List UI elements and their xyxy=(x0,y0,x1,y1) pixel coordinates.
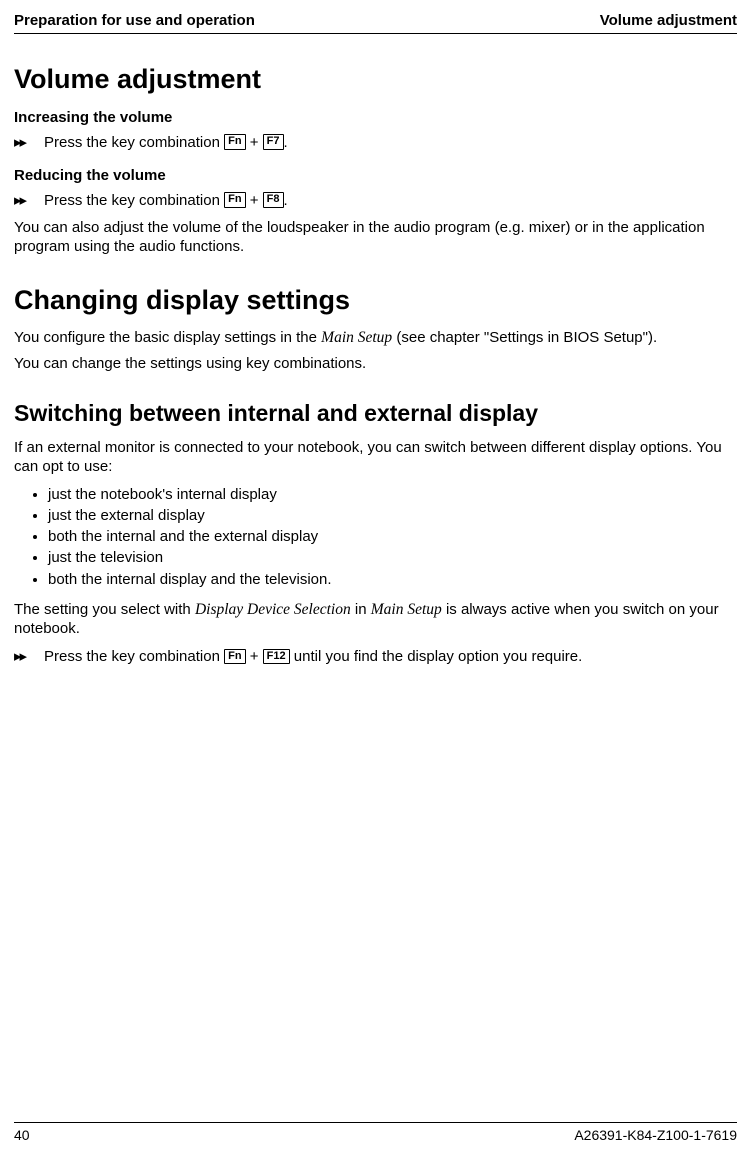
list-item: just the notebook's internal display xyxy=(48,485,737,505)
page: Preparation for use and operation Volume… xyxy=(0,0,751,1155)
display-heading: Changing display settings xyxy=(14,285,737,316)
reduce-step: ▸▸ Press the key combination Fn + F8. xyxy=(14,190,737,211)
step-marker-icon: ▸▸ xyxy=(14,132,36,153)
list-item: both the internal display and the televi… xyxy=(48,570,737,590)
display-para1: You configure the basic display settings… xyxy=(14,328,737,348)
doc-id: A26391-K84-Z100-1-7619 xyxy=(574,1127,737,1143)
switch-heading: Switching between internal and external … xyxy=(14,400,737,427)
page-number: 40 xyxy=(14,1127,30,1143)
list-item: both the internal and the external displ… xyxy=(48,527,737,547)
switch-step-text: Press the key combination Fn + F12 until… xyxy=(44,646,582,667)
step-marker-icon: ▸▸ xyxy=(14,190,36,211)
keycap-fn: Fn xyxy=(224,649,245,664)
text: Press the key combination xyxy=(44,648,224,665)
text: + xyxy=(246,648,263,665)
header-left: Preparation for use and operation xyxy=(14,12,255,29)
keycap-fn: Fn xyxy=(224,134,245,149)
emphasis-main-setup: Main Setup xyxy=(371,601,442,618)
text: Press the key combination xyxy=(44,192,224,209)
text: (see chapter "Settings in BIOS Setup"). xyxy=(392,329,657,346)
text: Press the key combination xyxy=(44,134,224,151)
text: until you find the display option you re… xyxy=(290,648,583,665)
keycap-f12: F12 xyxy=(263,649,290,664)
switch-step: ▸▸ Press the key combination Fn + F12 un… xyxy=(14,646,737,667)
running-header: Preparation for use and operation Volume… xyxy=(14,12,737,34)
text: You configure the basic display settings… xyxy=(14,329,321,346)
emphasis-display-device-selection: Display Device Selection xyxy=(195,601,351,618)
switch-intro: If an external monitor is connected to y… xyxy=(14,439,737,477)
list-item: just the external display xyxy=(48,506,737,526)
increase-step-text: Press the key combination Fn + F7. xyxy=(44,132,288,153)
increase-step: ▸▸ Press the key combination Fn + F7. xyxy=(14,132,737,153)
keycap-fn: Fn xyxy=(224,192,245,207)
reduce-heading: Reducing the volume xyxy=(14,167,737,184)
list-item: just the television xyxy=(48,548,737,568)
text: The setting you select with xyxy=(14,601,195,618)
text: in xyxy=(351,601,371,618)
emphasis-main-setup: Main Setup xyxy=(321,329,392,346)
page-footer: 40 A26391-K84-Z100-1-7619 xyxy=(14,1122,737,1143)
display-para2: You can change the settings using key co… xyxy=(14,355,737,374)
reduce-step-text: Press the key combination Fn + F8. xyxy=(44,190,288,211)
page-title: Volume adjustment xyxy=(14,64,737,95)
step-marker-icon: ▸▸ xyxy=(14,646,36,667)
volume-paragraph: You can also adjust the volume of the lo… xyxy=(14,219,737,257)
switch-bullets: just the notebook's internal display jus… xyxy=(14,485,737,590)
text: . xyxy=(284,134,288,151)
keycap-f7: F7 xyxy=(263,134,284,149)
switch-note: The setting you select with Display Devi… xyxy=(14,600,737,639)
text: . xyxy=(284,192,288,209)
increase-heading: Increasing the volume xyxy=(14,109,737,126)
keycap-f8: F8 xyxy=(263,192,284,207)
text: + xyxy=(246,192,263,209)
header-right: Volume adjustment xyxy=(600,12,737,29)
text: + xyxy=(246,134,263,151)
